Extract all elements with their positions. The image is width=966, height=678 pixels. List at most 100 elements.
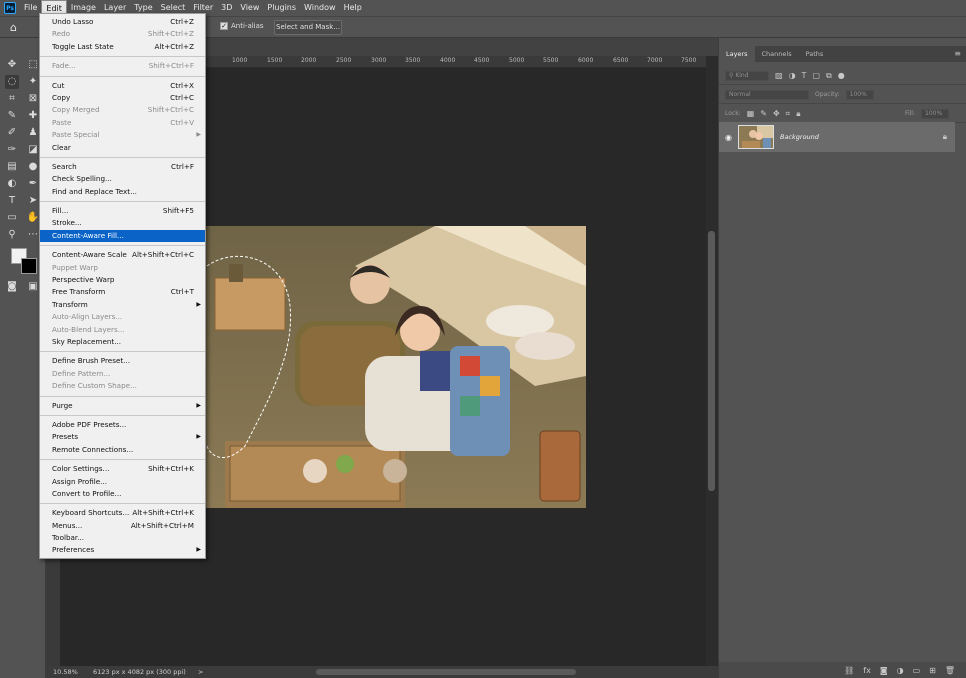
- move-tool-icon[interactable]: ✥: [5, 58, 19, 72]
- zoom-level[interactable]: 10.58%: [53, 668, 83, 676]
- background-color-swatch[interactable]: [21, 258, 37, 274]
- frame-tool-icon[interactable]: ⊠: [26, 92, 40, 106]
- brush-tool-icon[interactable]: ✐: [5, 126, 19, 140]
- lock-all-icon[interactable]: 🔒︎: [796, 109, 800, 119]
- crop-tool-icon[interactable]: ⌗: [5, 92, 19, 106]
- menu-item-auto-align-layers[interactable]: Auto-Align Layers...: [40, 311, 205, 323]
- panel-menu-icon[interactable]: ≡: [954, 46, 961, 62]
- layer-row-background[interactable]: ◉ Background 🔒︎: [719, 122, 955, 152]
- adjustment-filter-icon[interactable]: ◑: [789, 71, 796, 80]
- eraser-tool-icon[interactable]: ◪: [26, 143, 40, 157]
- gradient-tool-icon[interactable]: ▤: [5, 160, 19, 174]
- zoom-tool-icon[interactable]: ⚲: [5, 228, 19, 242]
- menu-item-stroke[interactable]: Stroke...: [40, 217, 205, 229]
- menu-item-puppet-warp[interactable]: Puppet Warp: [40, 262, 205, 274]
- menu-item-auto-blend-layers[interactable]: Auto-Blend Layers...: [40, 324, 205, 336]
- lock-artboard-icon[interactable]: ⌗: [786, 109, 791, 119]
- menu-item-presets[interactable]: Presets ▶: [40, 431, 205, 443]
- magic-wand-tool-icon[interactable]: ✦: [26, 75, 40, 89]
- menu-item-preferences[interactable]: Preferences ▶: [40, 544, 205, 556]
- blend-mode-select[interactable]: Normal: [725, 89, 809, 100]
- blur-tool-icon[interactable]: ●: [26, 160, 40, 174]
- pen-tool-icon[interactable]: ✒: [26, 177, 40, 191]
- fill-field[interactable]: 100%: [921, 108, 949, 119]
- menu-item-remote-connections[interactable]: Remote Connections...: [40, 444, 205, 456]
- home-icon[interactable]: ⌂: [10, 21, 24, 35]
- type-tool-icon[interactable]: T: [5, 194, 19, 208]
- scrollbar-thumb[interactable]: [708, 231, 715, 491]
- opacity-field[interactable]: 100%: [845, 89, 874, 100]
- type-filter-icon[interactable]: T: [802, 71, 807, 80]
- menu-item-fill[interactable]: Fill... Shift+F5: [40, 205, 205, 217]
- menu-help[interactable]: Help: [340, 0, 366, 16]
- lock-transparent-icon[interactable]: ▦: [747, 109, 755, 118]
- filter-toggle-icon[interactable]: ●: [838, 71, 845, 80]
- tab-channels[interactable]: Channels: [755, 46, 799, 62]
- menu-item-search[interactable]: Search Ctrl+F: [40, 161, 205, 173]
- adjustment-layer-icon[interactable]: ◑: [897, 666, 904, 675]
- link-layers-icon[interactable]: ⛓: [844, 666, 854, 675]
- menu-item-free-transform[interactable]: Free Transform Ctrl+T: [40, 286, 205, 298]
- menu-window[interactable]: Window: [300, 0, 340, 16]
- menu-plugins[interactable]: Plugins: [263, 0, 300, 16]
- menu-item-convert-to-profile[interactable]: Convert to Profile...: [40, 488, 205, 500]
- menu-item-undo-lasso[interactable]: Undo Lasso Ctrl+Z: [40, 16, 205, 28]
- path-selection-tool-icon[interactable]: ➤: [26, 194, 40, 208]
- visibility-eye-icon[interactable]: ◉: [725, 133, 732, 142]
- more-tools-icon[interactable]: ⋯: [26, 228, 40, 242]
- anti-alias-option[interactable]: ✓ Anti-alias: [220, 22, 264, 30]
- rectangle-tool-icon[interactable]: ▭: [5, 211, 19, 225]
- new-group-icon[interactable]: ▭: [913, 666, 921, 675]
- menu-item-fade[interactable]: Fade... Shift+Ctrl+F: [40, 60, 205, 72]
- menu-item-keyboard-shortcuts[interactable]: Keyboard Shortcuts... Alt+Shift+Ctrl+K: [40, 507, 205, 519]
- clone-stamp-tool-icon[interactable]: ♟: [26, 126, 40, 140]
- marquee-tool-icon[interactable]: ⬚: [26, 58, 40, 72]
- horizontal-scrollbar[interactable]: [316, 669, 576, 675]
- menu-item-purge[interactable]: Purge ▶: [40, 400, 205, 412]
- select-and-mask-button[interactable]: Select and Mask...: [274, 20, 342, 35]
- menu-item-cut[interactable]: Cut Ctrl+X: [40, 80, 205, 92]
- quick-mask-icon[interactable]: ◙: [5, 280, 19, 294]
- lock-image-icon[interactable]: ✎: [760, 109, 767, 118]
- new-layer-icon[interactable]: ⊞: [929, 666, 936, 675]
- lasso-tool-icon[interactable]: ◌: [5, 75, 19, 89]
- menu-item-assign-profile[interactable]: Assign Profile...: [40, 476, 205, 488]
- menu-item-adobe-pdf-presets[interactable]: Adobe PDF Presets...: [40, 419, 205, 431]
- menu-item-transform[interactable]: Transform ▶: [40, 299, 205, 311]
- lock-position-icon[interactable]: ✥: [773, 109, 780, 118]
- kind-filter-select[interactable]: ⚲ Kind: [725, 70, 769, 81]
- menu-item-paste-special[interactable]: Paste Special ▶: [40, 129, 205, 141]
- menu-item-check-spelling[interactable]: Check Spelling...: [40, 173, 205, 185]
- menu-item-copy[interactable]: Copy Ctrl+C: [40, 92, 205, 104]
- menu-3d[interactable]: 3D: [217, 0, 236, 16]
- eyedropper-tool-icon[interactable]: ✎: [5, 109, 19, 123]
- menu-item-define-pattern[interactable]: Define Pattern...: [40, 368, 205, 380]
- menu-item-define-brush-preset[interactable]: Define Brush Preset...: [40, 355, 205, 367]
- screen-mode-icon[interactable]: ▣: [26, 280, 40, 294]
- smart-object-filter-icon[interactable]: ⧉: [826, 71, 832, 81]
- layer-style-icon[interactable]: fx: [863, 666, 871, 675]
- menu-item-perspective-warp[interactable]: Perspective Warp: [40, 274, 205, 286]
- pixel-filter-icon[interactable]: ▨: [775, 71, 783, 80]
- delete-layer-icon[interactable]: 🗑︎: [945, 666, 955, 675]
- menu-item-clear[interactable]: Clear: [40, 142, 205, 154]
- document-image[interactable]: [205, 226, 586, 508]
- status-menu-arrow[interactable]: >: [198, 668, 203, 676]
- add-mask-icon[interactable]: ◙: [880, 666, 888, 675]
- menu-item-color-settings[interactable]: Color Settings... Shift+Ctrl+K: [40, 463, 205, 475]
- menu-item-content-aware-fill[interactable]: Content-Aware Fill...: [40, 229, 205, 243]
- history-brush-tool-icon[interactable]: ✑: [5, 143, 19, 157]
- menu-item-copy-merged[interactable]: Copy Merged Shift+Ctrl+C: [40, 104, 205, 116]
- tab-layers[interactable]: Layers: [719, 46, 755, 62]
- vertical-scrollbar[interactable]: [706, 56, 718, 666]
- menu-item-sky-replacement[interactable]: Sky Replacement...: [40, 336, 205, 348]
- shape-filter-icon[interactable]: ▢: [812, 71, 820, 80]
- tab-paths[interactable]: Paths: [799, 46, 831, 62]
- menu-item-paste[interactable]: Paste Ctrl+V: [40, 117, 205, 129]
- healing-brush-tool-icon[interactable]: ✚: [26, 109, 40, 123]
- menu-item-toggle-last-state[interactable]: Toggle Last State Alt+Ctrl+Z: [40, 41, 205, 53]
- anti-alias-checkbox[interactable]: ✓: [220, 22, 228, 30]
- menu-item-content-aware-scale[interactable]: Content-Aware Scale Alt+Shift+Ctrl+C: [40, 249, 205, 261]
- menu-item-define-custom-shape[interactable]: Define Custom Shape...: [40, 380, 205, 392]
- menu-item-find-and-replace-text[interactable]: Find and Replace Text...: [40, 186, 205, 198]
